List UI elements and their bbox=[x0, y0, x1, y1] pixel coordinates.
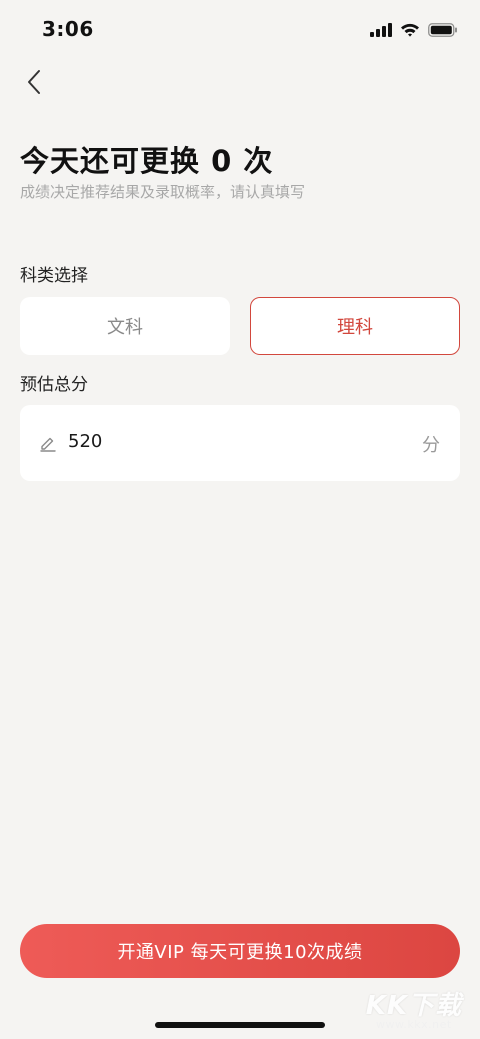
score-section-label: 预估总分 bbox=[20, 375, 88, 395]
score-unit: 分 bbox=[422, 435, 440, 456]
subject-option-label: 文科 bbox=[107, 317, 143, 338]
battery-icon bbox=[428, 22, 458, 41]
status-icons bbox=[370, 22, 458, 41]
watermark-logo: KK下载 bbox=[365, 991, 462, 1021]
score-input[interactable] bbox=[68, 431, 368, 452]
watermark: KK下载 www.kkx.net bbox=[366, 985, 462, 1031]
page-subtitle: 成绩决定推荐结果及录取概率，请认真填写 bbox=[20, 183, 306, 201]
open-vip-button[interactable]: 开通VIP 每天可更换10次成绩 bbox=[20, 924, 460, 978]
page-title: 今天还可更换 0 次 bbox=[20, 144, 274, 178]
pencil-icon bbox=[39, 434, 57, 452]
subject-option-arts[interactable]: 文科 bbox=[20, 297, 230, 355]
home-indicator[interactable] bbox=[155, 1022, 325, 1028]
subject-option-label: 理科 bbox=[337, 317, 373, 338]
watermark-url: www.kkx.net bbox=[375, 1018, 452, 1031]
chevron-left-icon bbox=[26, 69, 42, 99]
score-field[interactable]: 分 bbox=[20, 405, 460, 481]
status-bar: 3:06 bbox=[0, 0, 480, 60]
subject-option-science[interactable]: 理科 bbox=[250, 297, 460, 355]
wifi-icon bbox=[400, 22, 420, 41]
subject-section-label: 科类选择 bbox=[20, 266, 88, 286]
back-button[interactable] bbox=[14, 64, 54, 104]
cellular-signal-icon bbox=[370, 22, 392, 41]
status-time: 3:06 bbox=[42, 17, 94, 41]
